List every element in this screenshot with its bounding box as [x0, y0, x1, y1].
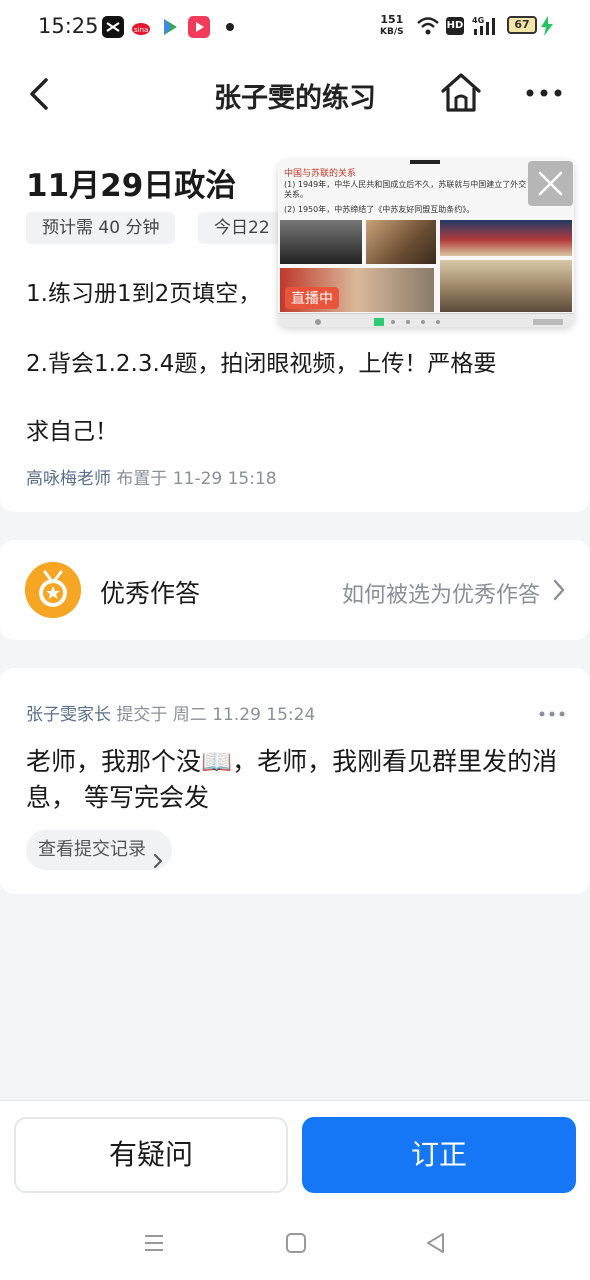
parent-name[interactable]: 张子雯家长 [26, 705, 111, 725]
menu-icon[interactable] [142, 1231, 166, 1259]
historical-photo-5 [440, 260, 572, 312]
submission-text: 老师，我那个没📖，老师，我刚看见群里发的消息， 等写完会发 [26, 747, 558, 812]
nav-bar: 张子雯的练习 [0, 56, 590, 132]
more-icon[interactable] [522, 78, 566, 108]
task-line-3: 求自己！ [26, 419, 118, 445]
submitted-time: 提交于 周二 11.29 15:24 [116, 705, 316, 725]
assign-meta: 高咏梅老师 布置于 11-29 15:18 [26, 464, 277, 489]
capcut-icon [102, 16, 124, 38]
chevron-right-icon [154, 843, 163, 868]
view-history-label: 查看提交记录 [38, 839, 146, 860]
status-time: 15:25 [38, 14, 99, 38]
charging-icon [540, 16, 554, 40]
svg-text:sina: sina [134, 26, 148, 34]
battery-icon: 67 [507, 16, 537, 34]
hd-icon: HD [446, 17, 464, 35]
task-line-1: 1.练习册1到2页填空， [26, 281, 262, 307]
correct-button[interactable]: 订正 [302, 1117, 576, 1193]
status-bar: 15:25 sina 151 KB/S HD 4G 67 [0, 0, 590, 56]
excellent-answers-card[interactable]: 优秀作答 如何被选为优秀作答 [0, 540, 590, 640]
submission-meta: 张子雯家长 提交于 周二 11.29 15:24 [26, 700, 315, 725]
page-title: 张子雯的练习 [214, 83, 376, 114]
teacher-name[interactable]: 高咏梅老师 [26, 469, 111, 489]
task-line-2: 2.背会1.2.3.4题，拍闭眼视频，上传！严格要 [26, 351, 497, 377]
live-slide-point-1: (1) 1949年，中华人民共和国成立后不久，苏联就与中国建立了外交关系。 [284, 180, 527, 199]
bottom-action-bar: 有疑问 订正 [0, 1100, 590, 1280]
more-icon[interactable] [538, 704, 566, 717]
home-square-icon[interactable] [284, 1231, 308, 1259]
notification-dot-icon [226, 23, 234, 31]
historical-photo-1 [280, 220, 362, 264]
svg-text:4G: 4G [472, 16, 484, 25]
live-slide-point-2: (2) 1950年，中苏缔结了《中苏友好同盟互助条约》。 [284, 205, 475, 214]
wifi-icon [416, 15, 440, 41]
view-history-button[interactable]: 查看提交记录 [26, 830, 172, 870]
live-slide-heading: 中国与苏联的关系 [284, 169, 357, 179]
live-toolbar [278, 313, 574, 327]
back-triangle-icon[interactable] [424, 1231, 448, 1259]
sina-icon: sina [130, 16, 152, 38]
historical-photo-3 [440, 220, 572, 256]
net-speed: 151 KB/S [380, 13, 404, 38]
count-chip: 今日22 [198, 212, 286, 244]
task-title: 11月29日政治 [26, 168, 237, 204]
chevron-right-icon[interactable] [552, 578, 566, 602]
duration-chip: 预计需 40 分钟 [26, 212, 176, 244]
assigned-time: 布置于 11-29 15:18 [116, 469, 277, 489]
video-app-icon [188, 16, 210, 38]
live-badge: 直播中 [285, 287, 339, 309]
home-icon[interactable] [438, 70, 484, 116]
question-button[interactable]: 有疑问 [14, 1117, 288, 1193]
excellent-label: 优秀作答 [100, 579, 201, 608]
camera-notch [410, 160, 440, 164]
historical-photo-2 [366, 220, 436, 264]
close-icon[interactable] [528, 161, 573, 206]
play-store-icon [159, 16, 181, 38]
submission-card: 张子雯家长 提交于 周二 11.29 15:24 老师，我那个没📖，老师，我刚看… [0, 668, 590, 894]
medal-icon [25, 562, 81, 618]
excellent-help-link[interactable]: 如何被选为优秀作答 [342, 577, 540, 609]
signal-icon: 4G [472, 15, 498, 41]
